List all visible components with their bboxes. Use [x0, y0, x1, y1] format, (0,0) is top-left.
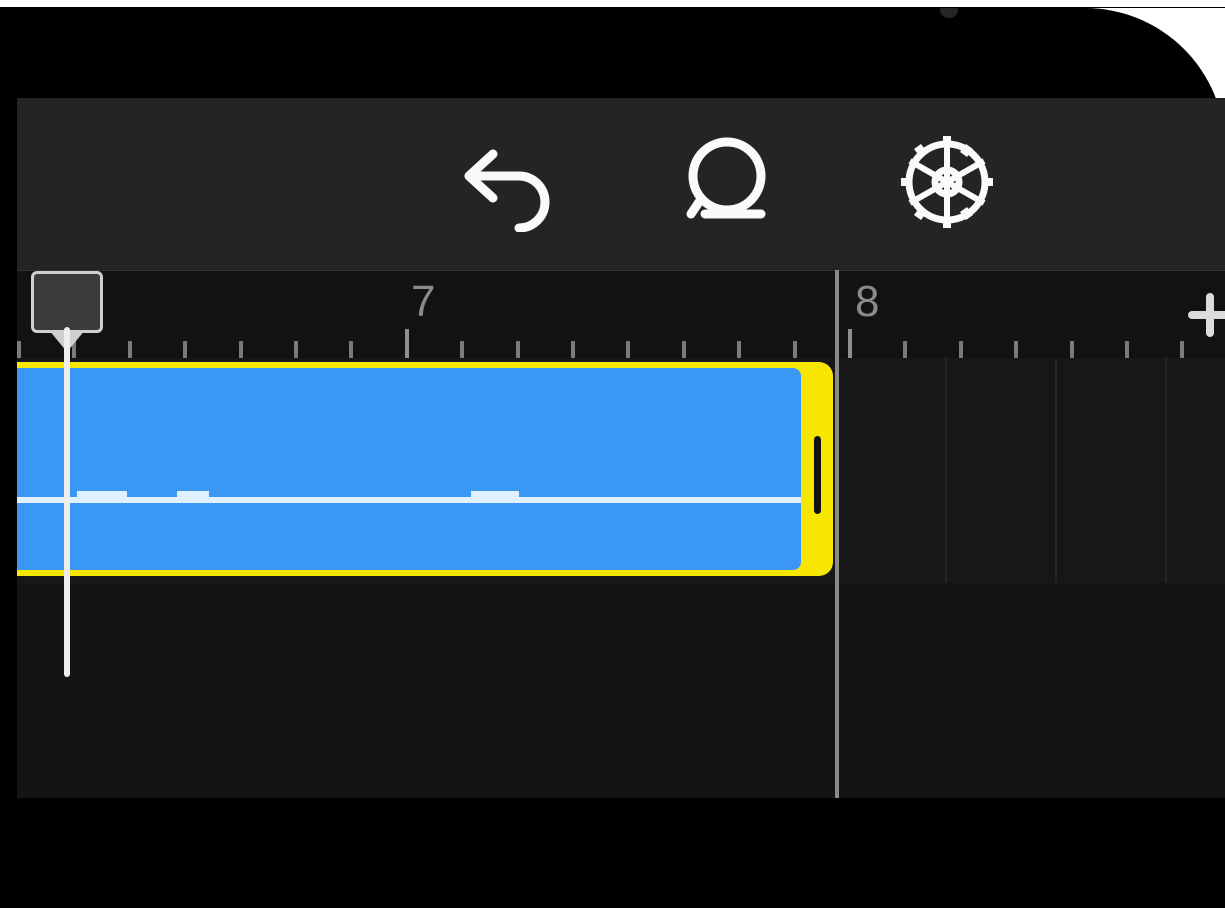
- ruler-tick-major: [848, 329, 852, 359]
- ruler-tick-minor: [903, 341, 907, 359]
- playhead-line[interactable]: [64, 327, 70, 677]
- playhead-handle[interactable]: [31, 271, 103, 333]
- ruler-tick-minor: [516, 341, 520, 359]
- empty-tracks-area[interactable]: [17, 583, 1225, 798]
- end-of-song-marker[interactable]: [835, 270, 839, 798]
- waveform-peak: [503, 491, 519, 503]
- phone-bezel: 7 8 +: [0, 8, 1225, 908]
- ruler-tick-major: [405, 329, 409, 359]
- undo-icon: [457, 132, 557, 237]
- settings-button[interactable]: [897, 134, 997, 234]
- audio-region-body[interactable]: [17, 368, 801, 570]
- toolbar-icons: [457, 134, 997, 234]
- ruler-tick-minor: [737, 341, 741, 359]
- loop-icon: [677, 132, 777, 237]
- ruler-tick-minor: [1125, 341, 1129, 359]
- waveform-icon: [17, 497, 801, 503]
- waveform-peak: [193, 491, 209, 503]
- app-screen: 7 8 +: [17, 98, 1225, 798]
- clip-right-handle[interactable]: [814, 436, 821, 514]
- timeline-ruler[interactable]: 7 8 +: [17, 270, 1225, 360]
- ruler-tick-minor: [1014, 341, 1018, 359]
- tracks-area[interactable]: [17, 358, 1225, 798]
- waveform-peak: [487, 491, 503, 503]
- device-frame: 7 8 +: [0, 0, 1225, 781]
- ruler-tick-minor: [183, 341, 187, 359]
- ruler-tick-minor: [460, 341, 464, 359]
- gear-icon: [897, 132, 997, 237]
- ruler-tick-minor: [1180, 341, 1184, 359]
- ruler-tick-minor: [793, 341, 797, 359]
- ruler-tick-minor: [294, 341, 298, 359]
- waveform-peak: [111, 491, 127, 503]
- bar-number-label: 8: [855, 277, 879, 327]
- waveform-peak: [471, 491, 487, 503]
- track-row[interactable]: [17, 358, 1225, 584]
- ruler-tick-minor: [17, 341, 21, 359]
- ruler-tick-minor: [128, 341, 132, 359]
- ruler-tick-minor: [626, 341, 630, 359]
- ruler-ticks: [17, 271, 1225, 359]
- toolbar: [17, 98, 1225, 270]
- notch: [940, 8, 958, 18]
- bar-number-label: 7: [411, 277, 435, 327]
- ruler-tick-minor: [239, 341, 243, 359]
- ruler-tick-minor: [571, 341, 575, 359]
- loop-button[interactable]: [677, 134, 777, 234]
- ruler-tick-minor: [1070, 341, 1074, 359]
- ruler-tick-minor: [682, 341, 686, 359]
- zoom-in-button[interactable]: +: [1185, 290, 1225, 340]
- playhead[interactable]: [64, 271, 70, 671]
- ruler-tick-minor: [959, 341, 963, 359]
- undo-button[interactable]: [457, 134, 557, 234]
- audio-region[interactable]: [17, 362, 833, 576]
- ruler-tick-minor: [349, 341, 353, 359]
